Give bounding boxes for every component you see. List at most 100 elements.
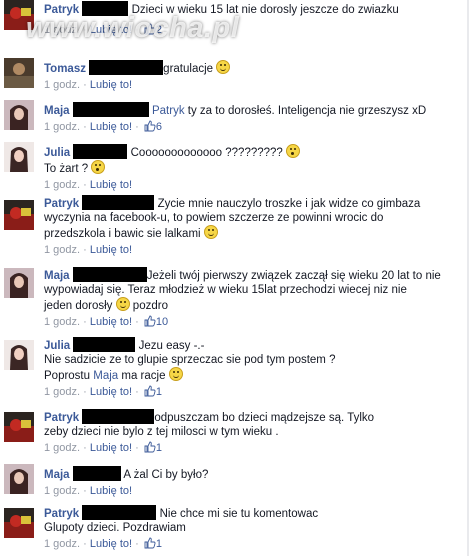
comment-time[interactable]: 1 godz.: [44, 121, 80, 133]
thumbs-up-icon: [144, 315, 156, 331]
avatar[interactable]: [4, 200, 34, 230]
comment-thread: Patryk Dzieci w wieku 15 lat nie dorosly…: [0, 0, 469, 556]
like-count[interactable]: 6: [156, 121, 162, 133]
redaction-bar: [82, 1, 129, 16]
like-link[interactable]: Lubię to!: [90, 485, 132, 497]
comment: Patryk odpuszczam bo dzieci mądzejsze są…: [0, 408, 469, 460]
avatar[interactable]: [4, 0, 34, 30]
wow-emoticon-icon: [286, 144, 301, 158]
comment-author[interactable]: Maja: [44, 469, 70, 481]
comment: Julia Cooooooooooooo ????????? To żart ?…: [0, 140, 469, 192]
avatar[interactable]: [4, 508, 34, 538]
like-link[interactable]: Lubię to!: [90, 316, 132, 328]
comment-text: Nie chce mi sie tu komentowac: [159, 508, 319, 520]
redaction-bar: [72, 466, 121, 481]
comment-text: odpuszczam bo dzieci mądzejsze są. Tylko: [154, 412, 375, 424]
comment-author[interactable]: Julia: [44, 147, 70, 159]
thumbs-up-icon: [144, 385, 156, 401]
comment-text: pozdro: [129, 300, 168, 312]
smile-emoticon-icon: [115, 297, 130, 311]
redaction-bar: [82, 195, 155, 210]
comment-text: wyczynia na facebook-u, to powiem szczer…: [44, 212, 384, 224]
comment-text: Nie sadzicie ze to glupie sprzeczac sie …: [44, 354, 336, 366]
comment-text: Dzieci w wieku 15 lat nie dorosly jeszcz…: [131, 4, 399, 16]
comment-time[interactable]: 1 godz.: [44, 386, 80, 398]
wow-emoticon-icon: [91, 160, 106, 174]
comment-time[interactable]: 1 godz.: [44, 79, 80, 91]
like-link[interactable]: Lubię to!: [90, 79, 132, 91]
comment-text: wypowiadaj się. Teraz młodzież w wieku 1…: [44, 284, 407, 296]
comment-author[interactable]: Patryk: [44, 4, 79, 16]
like-count[interactable]: 10: [156, 316, 168, 328]
comment-text: ty za to dorosłeś. Inteligencja nie grze…: [184, 105, 427, 117]
comment: Patryk Zycie mnie nauczylo troszke i jak…: [0, 194, 469, 260]
like-count[interactable]: 1: [156, 442, 162, 454]
comment-text: To żart ?: [44, 163, 92, 175]
comment: Maja Jeżeli twój pierwszy związek zaczął…: [0, 266, 469, 334]
avatar[interactable]: [4, 268, 34, 298]
comment-text: ma racje: [118, 370, 169, 382]
redaction-bar: [72, 267, 147, 282]
redaction-bar: [73, 337, 136, 352]
thumbs-up-icon: [144, 23, 156, 39]
comment-time[interactable]: 1 godz.: [44, 244, 80, 256]
comment-text: gratulacje: [163, 63, 217, 75]
comment-author[interactable]: Patryk: [44, 508, 79, 520]
comment-author[interactable]: Tomasz: [44, 63, 86, 75]
comment: Maja A żal Ci by było? 1 godz. · Lubię t…: [0, 462, 469, 498]
avatar[interactable]: [4, 142, 34, 172]
comment-text: Poprostu: [44, 370, 94, 382]
redaction-bar: [72, 102, 149, 117]
smile-emoticon-icon: [216, 60, 231, 74]
redaction-bar: [73, 144, 128, 159]
comment-text: jeden dorosły: [44, 300, 116, 312]
avatar[interactable]: [4, 340, 34, 370]
thumbs-up-icon: [144, 120, 156, 136]
like-count[interactable]: 2: [156, 24, 162, 36]
comment-text: Jezu easy -.-: [138, 340, 205, 352]
avatar[interactable]: [4, 100, 34, 130]
redaction-bar: [89, 60, 164, 75]
smile-emoticon-icon: [168, 367, 183, 381]
comment-text: Glupoty dzieci. Pozdrawiam: [44, 522, 186, 534]
like-link[interactable]: Lubię to!: [90, 442, 132, 454]
like-link[interactable]: Lubię to!: [90, 386, 132, 398]
comment-author[interactable]: Patryk: [44, 198, 79, 210]
mention-link[interactable]: Patryk: [152, 105, 185, 117]
comment-time[interactable]: 1 godz.: [44, 442, 80, 454]
mention-link[interactable]: Maja: [93, 370, 118, 382]
avatar[interactable]: [4, 412, 34, 442]
comment-author[interactable]: Maja: [44, 105, 70, 117]
comment-text: przedszkola i bawic sie lalkami: [44, 228, 204, 240]
redaction-bar: [82, 505, 157, 520]
thumbs-up-icon: [144, 537, 156, 553]
like-count[interactable]: 1: [156, 386, 162, 398]
comment-time[interactable]: 1 godz.: [44, 24, 80, 36]
comment-author[interactable]: Patryk: [44, 412, 79, 424]
smile-emoticon-icon: [203, 225, 218, 239]
comment: Patryk Dzieci w wieku 15 lat nie dorosly…: [0, 0, 469, 52]
thumbs-up-icon: [144, 441, 156, 457]
redaction-bar: [82, 409, 155, 424]
comment-time[interactable]: 1 godz.: [44, 179, 80, 191]
like-link[interactable]: Lubię to!: [90, 24, 132, 36]
comment-author[interactable]: Maja: [44, 270, 70, 282]
comment-time[interactable]: 1 godz.: [44, 538, 80, 550]
comment: Maja Patryk ty za to dorosłeś. Inteligen…: [0, 98, 469, 134]
comment-text: A żal Ci by było?: [123, 469, 209, 481]
comment-text: Cooooooooooooo ?????????: [130, 147, 287, 159]
comment: Tomasz gratulacje 1 godz. · Lubię to!: [0, 56, 469, 92]
like-link[interactable]: Lubię to!: [90, 121, 132, 133]
comment-time[interactable]: 1 godz.: [44, 485, 80, 497]
like-link[interactable]: Lubię to!: [90, 538, 132, 550]
like-link[interactable]: Lubię to!: [90, 244, 132, 256]
comment-text: Jeżeli twój pierwszy związek zaczął się …: [146, 270, 441, 282]
comment-author[interactable]: Julia: [44, 340, 70, 352]
like-link[interactable]: Lubię to!: [90, 179, 132, 191]
avatar[interactable]: [4, 58, 34, 88]
avatar[interactable]: [4, 464, 34, 494]
like-count[interactable]: 1: [156, 538, 162, 550]
comment-text: zeby dzieci nie bylo z tej milosci w tym…: [44, 426, 279, 438]
comment-time[interactable]: 1 godz.: [44, 316, 80, 328]
comment: Julia Jezu easy -.- Nie sadzicie ze to g…: [0, 336, 469, 404]
